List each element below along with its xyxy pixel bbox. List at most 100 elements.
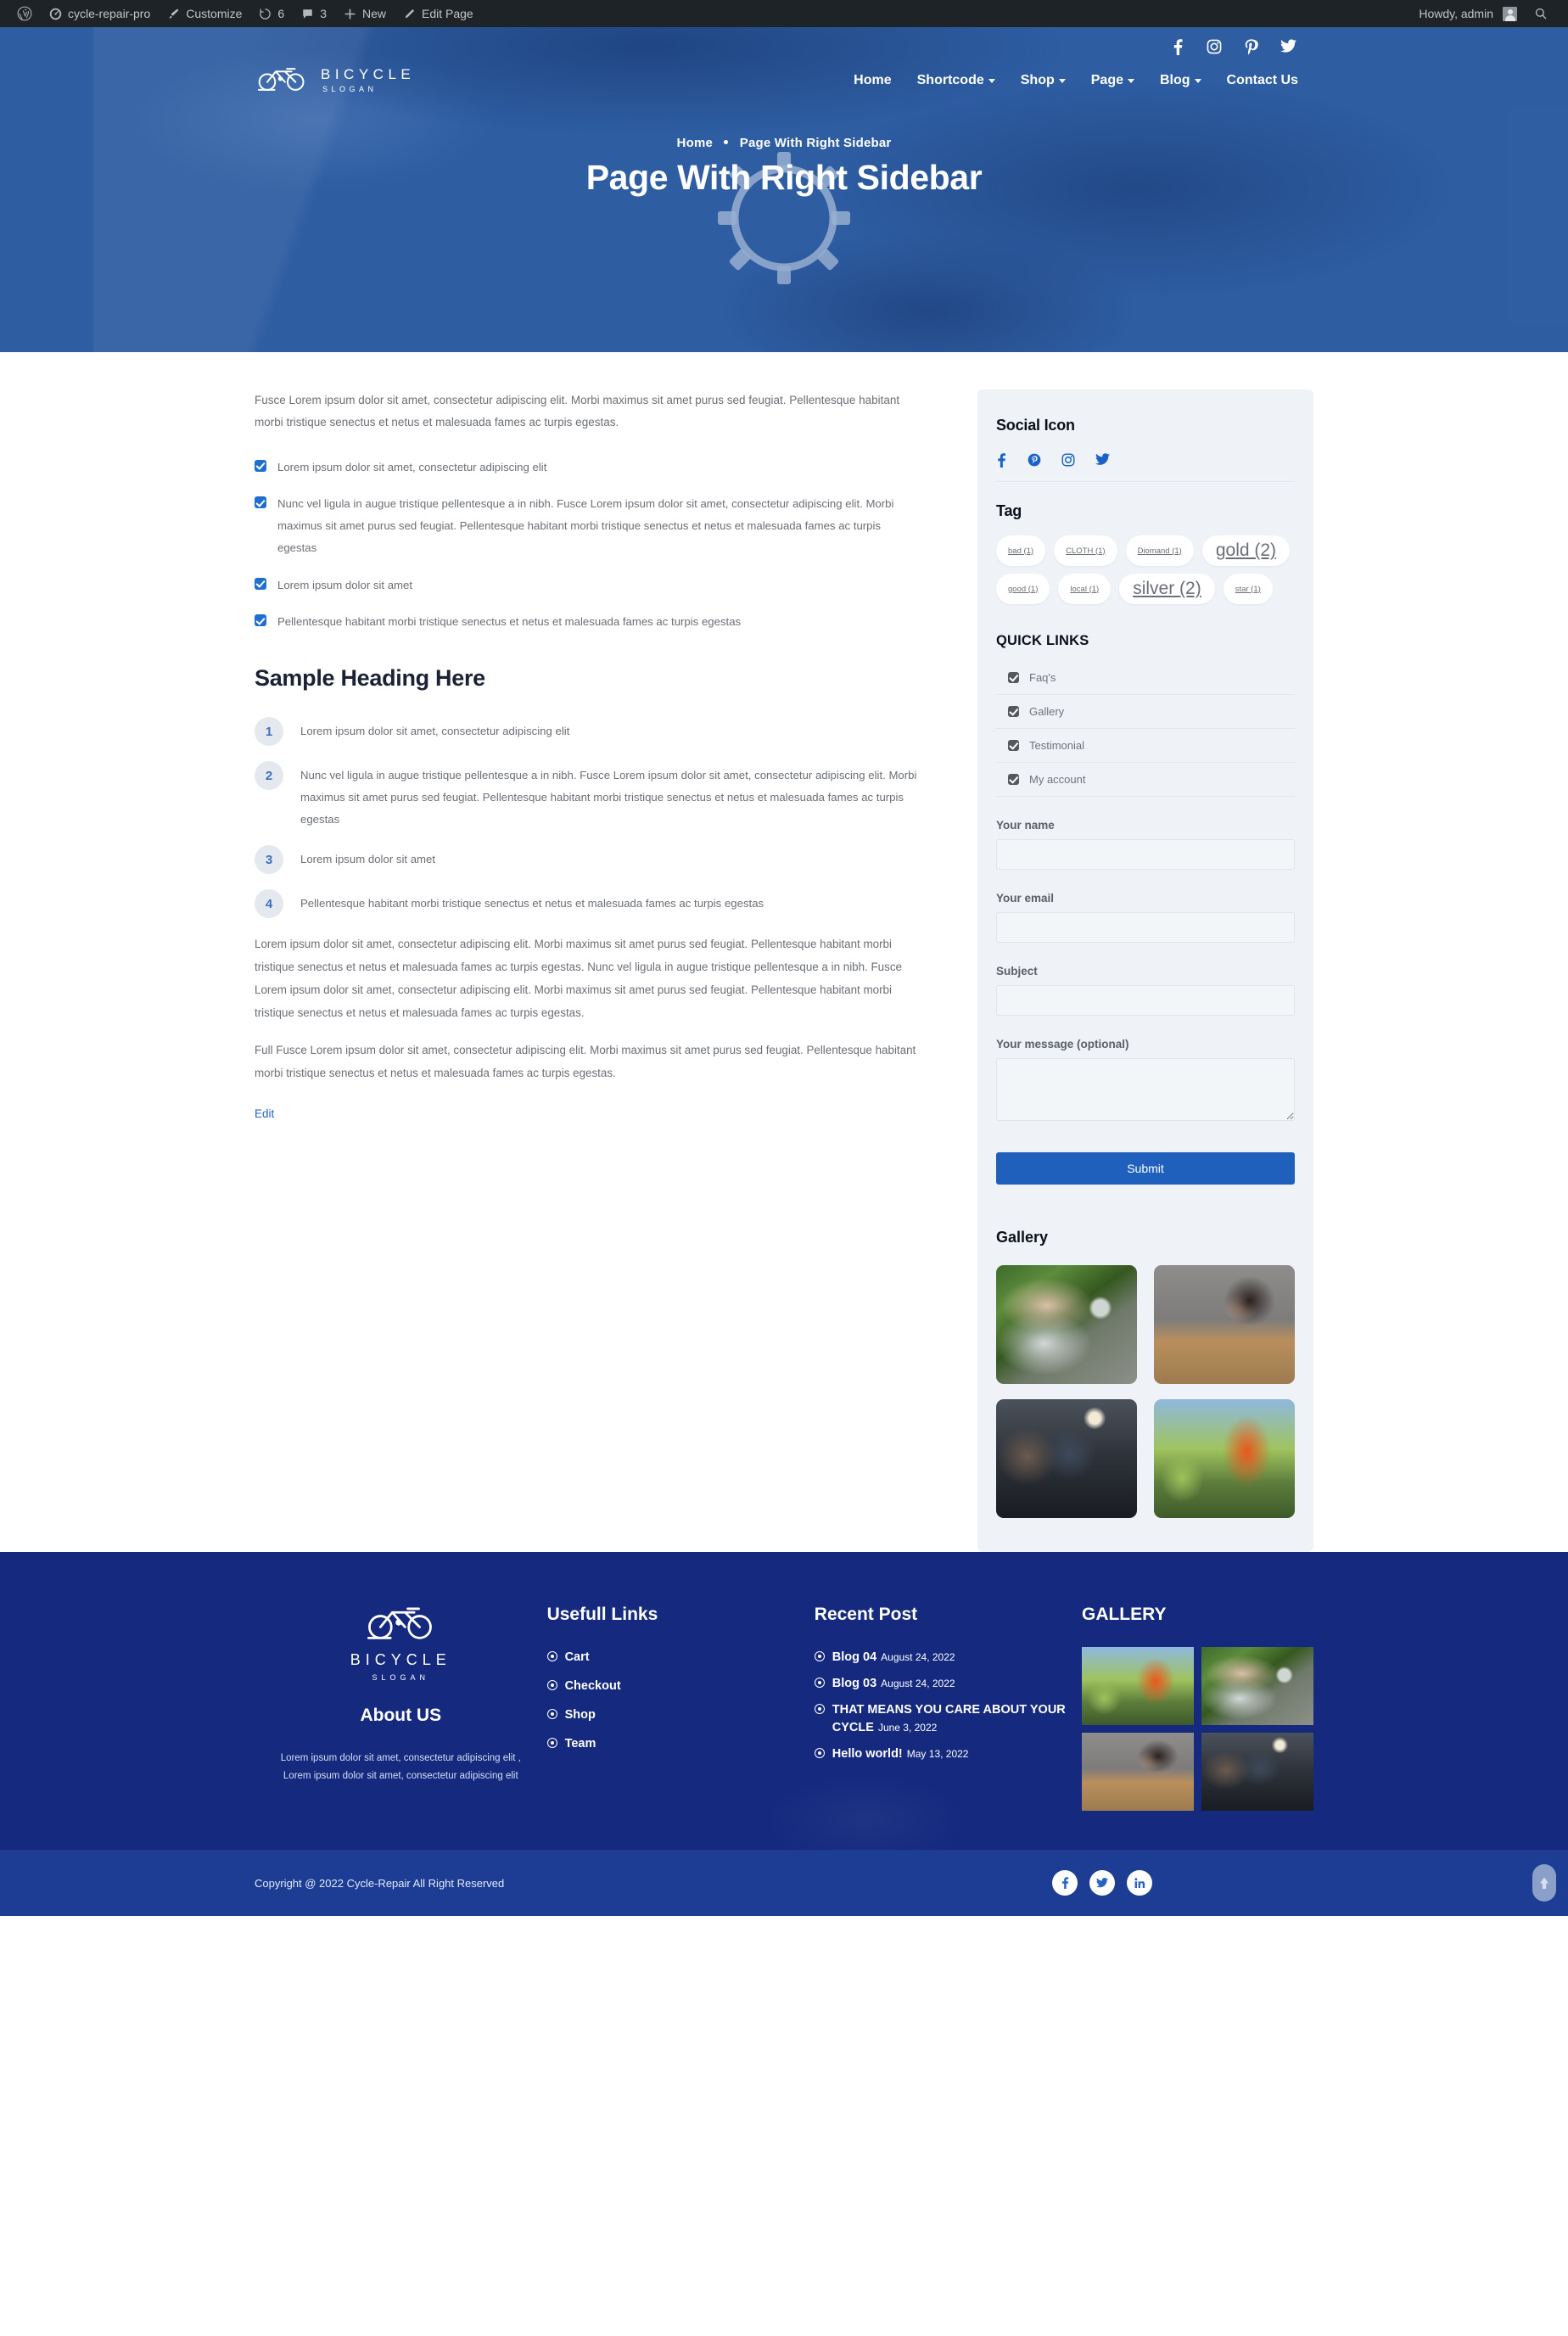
wordpress-icon <box>17 6 32 21</box>
gallery-image-bike-mechanic[interactable] <box>996 1265 1137 1384</box>
bullet-icon <box>546 1709 557 1720</box>
tag-local[interactable]: local (1) <box>1058 574 1112 604</box>
sidebar: Social Icon Tag bad (1) CLOTH (1) Dioman… <box>977 389 1313 1552</box>
numlist-text: Nunc vel ligula in augue tristique pelle… <box>300 769 917 826</box>
list-item: 1 Lorem ipsum dolor sit amet, consectetur… <box>255 717 918 747</box>
new-content-menu[interactable]: New <box>335 0 395 27</box>
check-icon[interactable] <box>255 496 266 509</box>
footer-link-shop[interactable]: Shop <box>546 1706 815 1724</box>
footer-links-title: Usefull Links <box>546 1605 658 1624</box>
list-number-badge: 1 <box>255 717 283 747</box>
list-item: Lorem ipsum dolor sit amet, consectetur … <box>255 457 918 479</box>
pinterest-icon[interactable] <box>1028 453 1041 468</box>
comments-count: 3 <box>320 7 327 20</box>
twitter-icon[interactable] <box>1280 39 1296 55</box>
nav-item-shop[interactable]: Shop <box>1021 73 1066 88</box>
wp-admin-bar[interactable]: cycle-repair-pro Customize 6 3 New Edit … <box>0 0 1568 27</box>
edit-page-menu[interactable]: Edit Page <box>395 0 482 27</box>
quick-link-gallery[interactable]: Gallery <box>996 695 1295 729</box>
quick-link-testimonial[interactable]: Testimonial <box>996 729 1295 763</box>
footer-logo[interactable]: BICYCLE SLOGAN <box>255 1601 547 1682</box>
message-textarea[interactable] <box>996 1058 1295 1121</box>
hero-banner: BICYCLE SLOGAN Home Shortcode Shop Page … <box>0 27 1568 352</box>
admin-search-button[interactable] <box>1526 0 1556 27</box>
footer-links-list: Cart Checkout Shop Team <box>546 1649 815 1753</box>
footer-link-label: Shop <box>564 1708 596 1723</box>
quick-link-faqs[interactable]: Faq's <box>996 661 1295 695</box>
customize-menu[interactable]: Customize <box>159 0 250 27</box>
name-field-label: Your name <box>996 819 1055 832</box>
footer-gallery-image-gardener[interactable] <box>1081 1647 1194 1725</box>
footer-link-cart[interactable]: Cart <box>546 1649 815 1667</box>
page-body: Fusce Lorem ipsum dolor sit amet, consec… <box>0 352 1568 1552</box>
tag-cloth[interactable]: CLOTH (1) <box>1054 535 1117 566</box>
facebook-icon[interactable] <box>996 453 1007 468</box>
footer-gallery-image-bike-mechanic[interactable] <box>1201 1647 1313 1725</box>
comment-bubble-icon <box>301 8 314 20</box>
back-to-top-button[interactable] <box>1532 1864 1556 1902</box>
breadcrumb-home[interactable]: Home <box>677 136 713 150</box>
facebook-icon[interactable] <box>1052 1870 1078 1896</box>
check-icon[interactable] <box>255 614 266 627</box>
gallery-image-gardener[interactable] <box>1154 1399 1295 1518</box>
intro-paragraph: Fusce Lorem ipsum dolor sit amet, consec… <box>255 394 900 429</box>
list-item: 4 Pellentesque habitant morbi tristique s… <box>255 889 918 919</box>
body-paragraph-1: Lorem ipsum dolor sit amet, consectetur … <box>255 938 902 1019</box>
check-icon[interactable] <box>255 577 266 590</box>
submit-button[interactable]: Submit <box>996 1152 1295 1185</box>
linkedin-icon[interactable] <box>1127 1870 1152 1896</box>
name-input[interactable] <box>996 839 1295 870</box>
site-name-label: cycle-repair-pro <box>68 7 151 20</box>
footer-about-title: About US <box>360 1706 442 1725</box>
gallery-image-woman-laptop[interactable] <box>1154 1265 1295 1384</box>
recent-post-date: August 24, 2022 <box>881 1677 955 1689</box>
nav-item-contact-us[interactable]: Contact Us <box>1227 73 1298 88</box>
footer-gallery-image-team-meeting[interactable] <box>1201 1733 1313 1811</box>
footer-link-team[interactable]: Team <box>546 1735 815 1753</box>
footer-recent-title: Recent Post <box>814 1605 918 1624</box>
numlist-text: Lorem ipsum dolor sit amet, consectetur … <box>300 725 570 738</box>
check-icon[interactable] <box>255 459 266 472</box>
check-icon <box>1008 740 1019 751</box>
instagram-icon[interactable] <box>1061 453 1075 468</box>
instagram-icon[interactable] <box>1207 39 1222 55</box>
site-logo[interactable]: BICYCLE SLOGAN <box>255 64 415 97</box>
pencil-icon <box>403 8 416 20</box>
recent-post-item[interactable]: Blog 04 August 24, 2022 <box>814 1649 1082 1667</box>
footer-link-checkout[interactable]: Checkout <box>546 1678 815 1695</box>
subject-input[interactable] <box>996 985 1295 1016</box>
edit-link[interactable]: Edit <box>255 1107 274 1120</box>
twitter-icon[interactable] <box>1095 453 1110 468</box>
nav-item-shortcode[interactable]: Shortcode <box>917 73 995 88</box>
list-item: 3 Lorem ipsum dolor sit amet <box>255 845 918 875</box>
tag-good[interactable]: good (1) <box>996 574 1050 604</box>
chevron-down-icon <box>1194 79 1201 83</box>
twitter-icon[interactable] <box>1089 1870 1115 1896</box>
updates-count: 6 <box>277 7 285 20</box>
footer-columns: BICYCLE SLOGAN About US Lorem ipsum dolo… <box>255 1601 1313 1811</box>
facebook-icon[interactable] <box>1172 39 1184 55</box>
footer-gallery-image-woman-laptop[interactable] <box>1081 1733 1194 1811</box>
tag-silver[interactable]: silver (2) <box>1119 574 1215 604</box>
updates-icon <box>259 8 272 20</box>
my-account-menu[interactable]: Howdy, admin <box>1410 0 1526 27</box>
email-input[interactable] <box>996 912 1295 943</box>
brand-slogan: SLOGAN <box>322 85 378 93</box>
tag-star[interactable]: star (1) <box>1223 574 1273 604</box>
nav-item-page[interactable]: Page <box>1091 73 1134 88</box>
tag-gold[interactable]: gold (2) <box>1201 535 1291 566</box>
wordpress-logo-menu[interactable] <box>8 0 41 27</box>
tag-diomand[interactable]: Diomand (1) <box>1125 535 1194 566</box>
nav-item-blog[interactable]: Blog <box>1160 73 1201 88</box>
recent-post-item[interactable]: THAT MEANS YOU CARE ABOUT YOUR CYCLE June… <box>814 1701 1082 1739</box>
pinterest-icon[interactable] <box>1244 39 1258 55</box>
gallery-image-team-meeting[interactable] <box>996 1399 1137 1518</box>
comments-menu[interactable]: 3 <box>293 0 335 27</box>
recent-post-item[interactable]: Hello world! May 13, 2022 <box>814 1745 1082 1764</box>
updates-menu[interactable]: 6 <box>250 0 293 27</box>
tag-bad[interactable]: bad (1) <box>996 535 1046 566</box>
site-name-menu[interactable]: cycle-repair-pro <box>41 0 159 27</box>
recent-post-item[interactable]: Blog 03 August 24, 2022 <box>814 1675 1082 1694</box>
nav-item-home[interactable]: Home <box>854 73 891 88</box>
quick-link-my-account[interactable]: My account <box>996 763 1295 797</box>
